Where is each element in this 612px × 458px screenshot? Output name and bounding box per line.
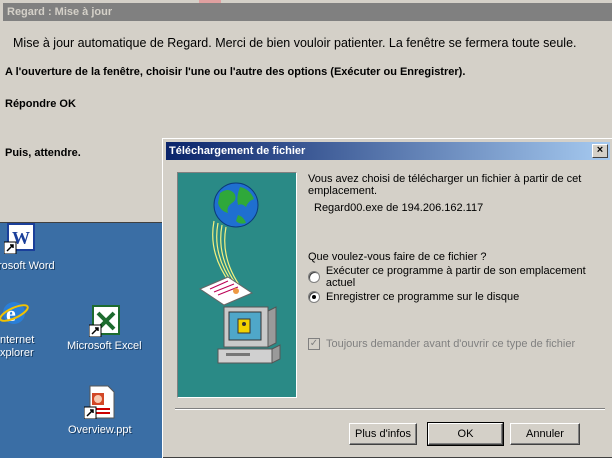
step-wait-text: Puis, attendre. [5,147,81,159]
download-illustration [177,172,297,398]
more-info-button[interactable]: Plus d'infos [349,423,417,445]
check-icon[interactable]: ✓ [308,338,320,350]
dialog-title-bar[interactable]: Téléchargement de fichier × [166,142,610,160]
word-icon[interactable]: W [3,222,38,255]
ok-button[interactable]: OK [427,422,504,446]
update-message: Mise à jour automatique de Regard. Merci… [13,36,577,50]
desktop-icon-label: Overview.ppt [68,424,132,436]
option-run[interactable]: Exécuter ce programme à partir de son em… [308,265,612,289]
file-source-text: Regard00.exe de 194.206.162.117 [314,202,484,214]
close-icon[interactable]: × [592,144,608,158]
computer-icon [217,306,281,364]
internet-explorer-icon[interactable]: e [0,298,30,328]
option-save[interactable]: Enregistrer ce programme sur le disque [308,290,519,304]
internet-explorer-label[interactable]: nternet xplorer [0,334,34,360]
excel-label[interactable]: Microsoft Excel [67,340,142,353]
word-label[interactable]: rosoft Word [0,260,55,273]
cancel-button[interactable]: Annuler [510,423,580,445]
instruction-text: A l'ouverture de la fenêtre, choisir l'u… [5,66,466,78]
document-icon [198,276,254,306]
globe-icon [213,182,259,228]
download-intro-text: Vous avez choisi de télécharger un fichi… [308,173,582,197]
desktop-icon-label: Microsoft Excel [67,340,142,352]
svg-text:e: e [6,301,16,326]
dialog-title: Téléchargement de fichier [169,145,306,157]
powerpoint-icon[interactable] [83,385,116,420]
radio-run[interactable] [308,271,320,283]
desktop-icon-label: rosoft Word [0,260,55,272]
excel-icon[interactable] [88,305,121,338]
option-save-label: Enregistrer ce programme sur le disque [326,291,520,303]
regard-window-title[interactable]: Regard : Mise à jour [3,3,612,21]
always-ask-option[interactable]: ✓ Toujours demander avant d'ouvrir ce ty… [308,338,575,350]
powerpoint-label[interactable]: Overview.ppt [68,424,132,437]
radio-save[interactable] [308,291,320,303]
always-ask-label: Toujours demander avant d'ouvrir ce type… [326,338,576,350]
step-ok-text: Répondre OK [5,98,76,110]
option-run-label: Exécuter ce programme à partir de son em… [325,265,586,289]
question-text: Que voulez-vous faire de ce fichier ? [308,251,487,263]
desktop-icon-label: nternet xplorer [0,334,35,359]
dialog-separator [175,408,605,410]
file-download-dialog: Téléchargement de fichier × Vous avez ch… [162,138,612,458]
